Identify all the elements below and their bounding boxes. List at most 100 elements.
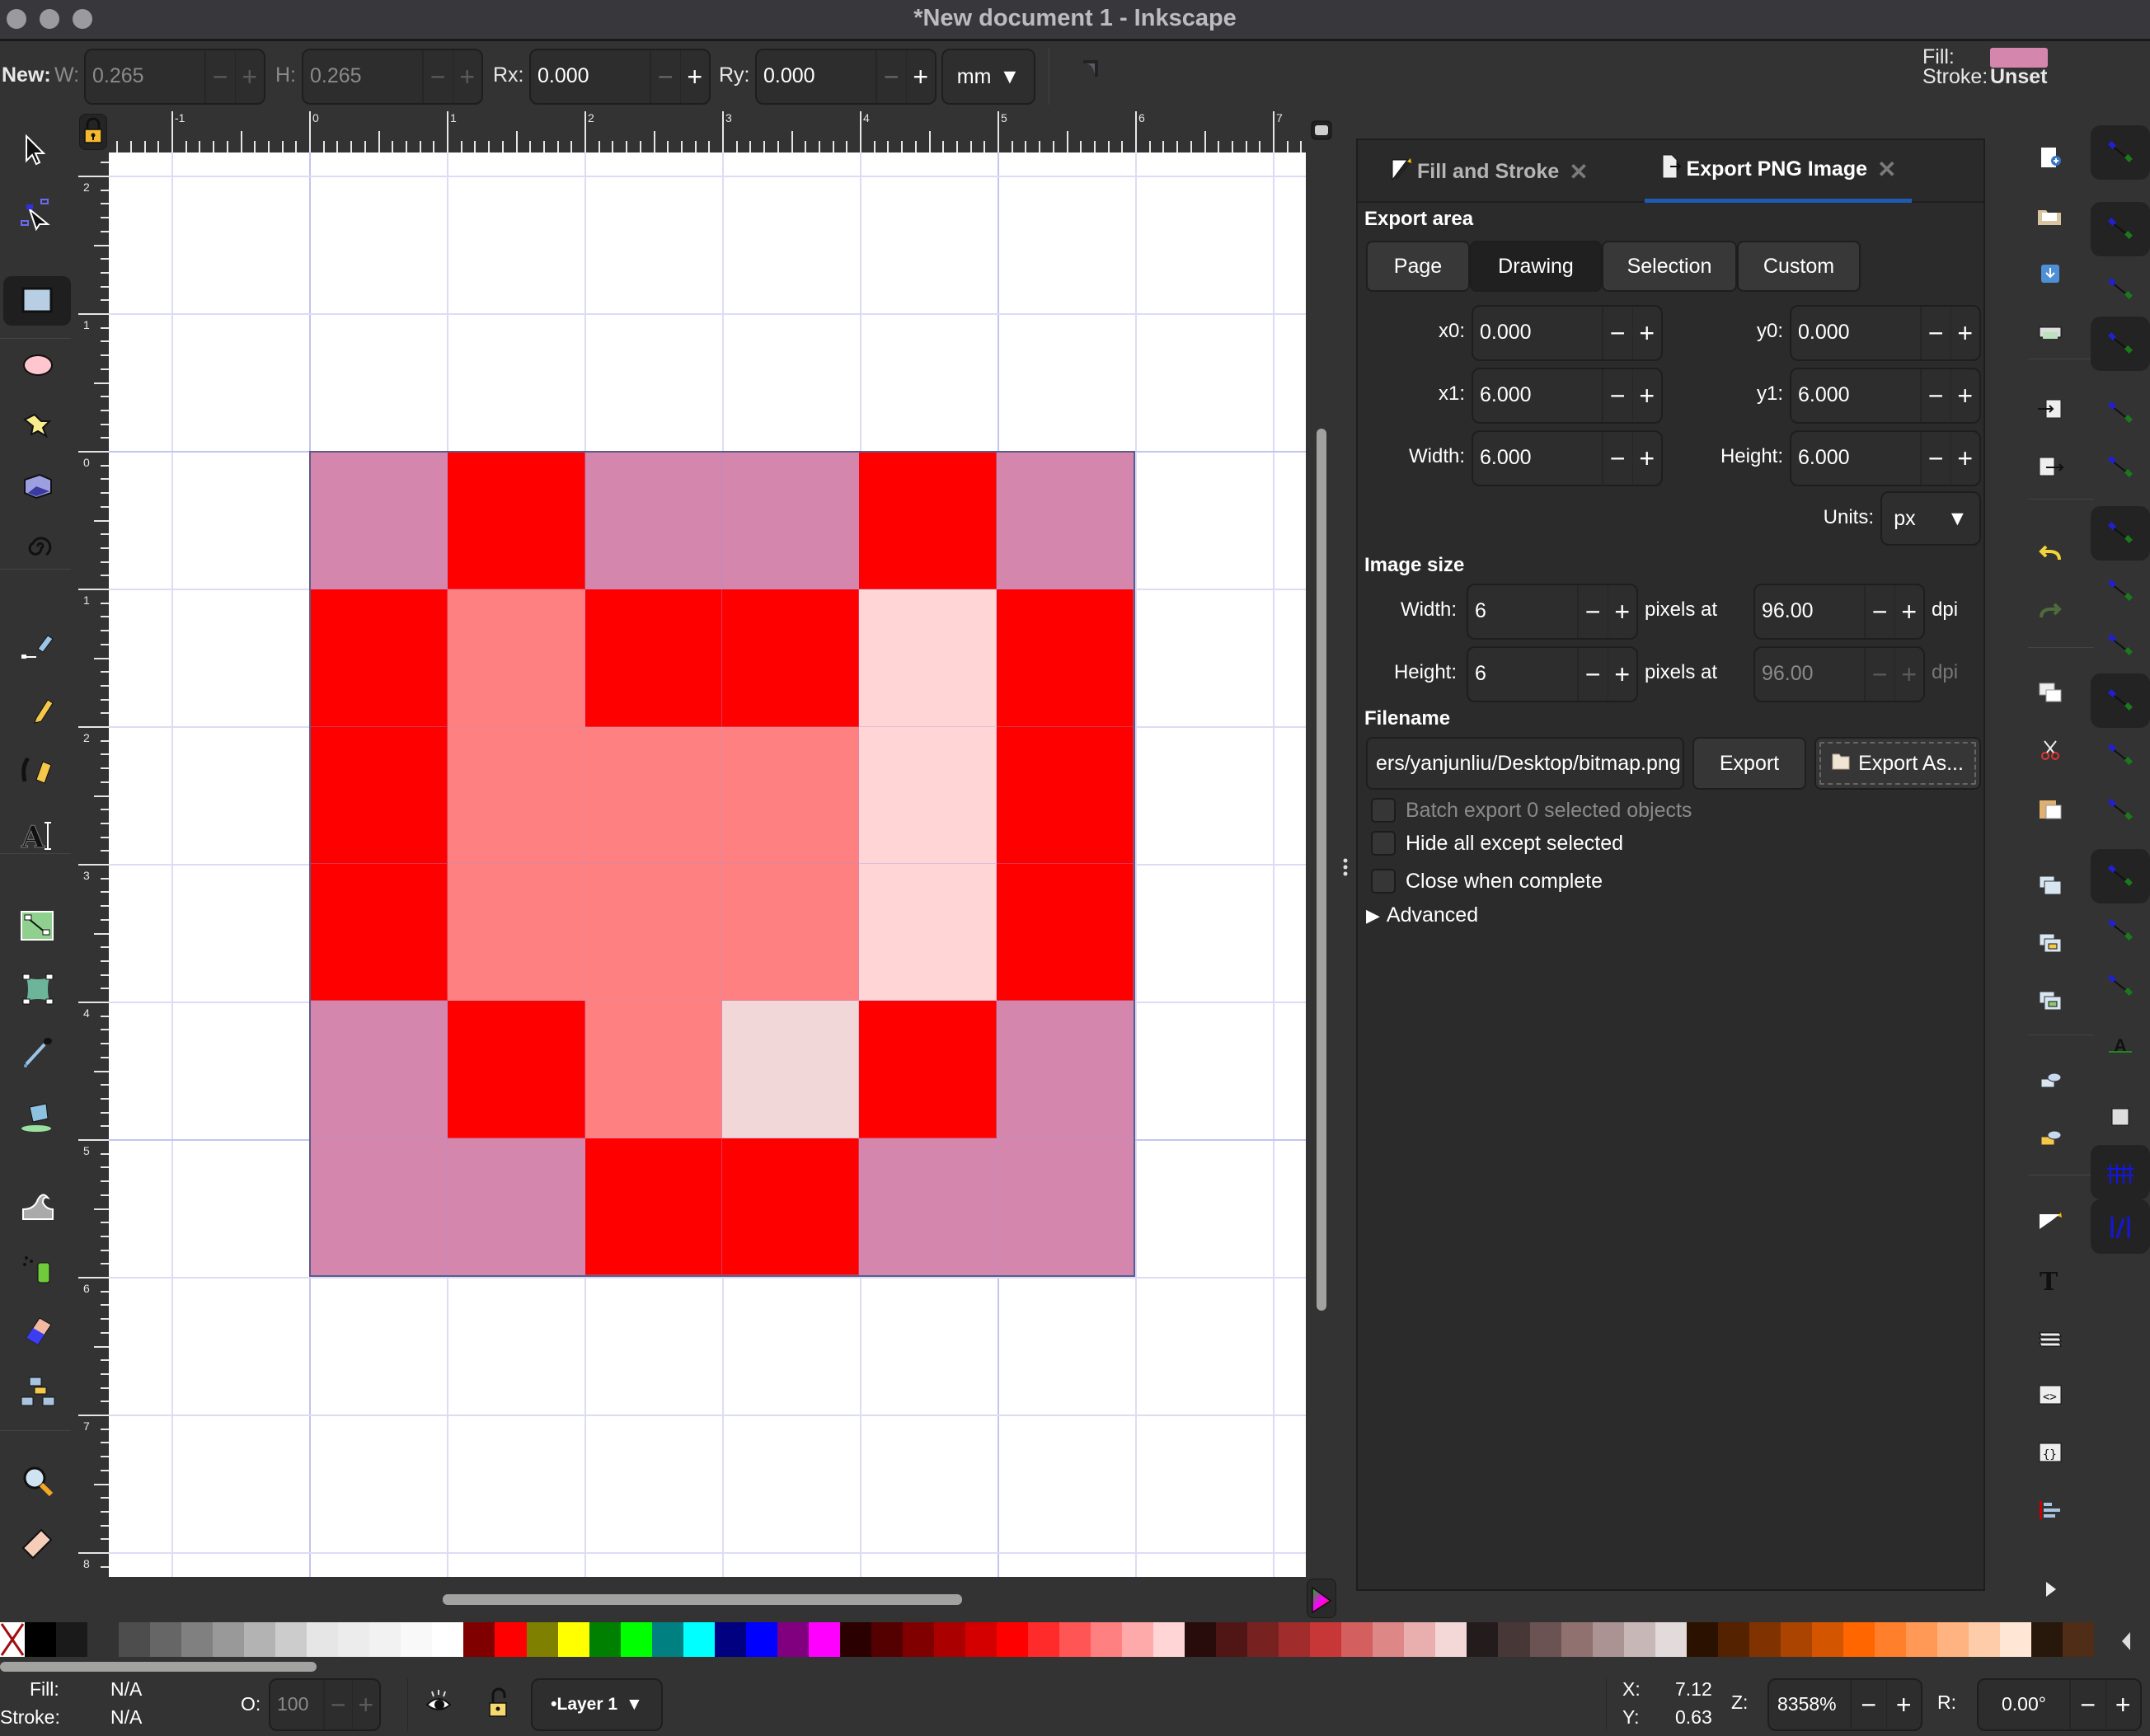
- increment-button[interactable]: +: [1950, 369, 1980, 422]
- palette-swatch[interactable]: [777, 1622, 809, 1657]
- pixel-cell[interactable]: [311, 453, 448, 590]
- decrement-button[interactable]: −: [1865, 585, 1894, 638]
- decrement-button[interactable]: −: [1603, 307, 1632, 359]
- dock-resize-handle[interactable]: [1342, 857, 1349, 877]
- undo-button[interactable]: [2036, 540, 2064, 568]
- rectangle-tool[interactable]: [3, 275, 71, 326]
- duplicate-button[interactable]: [2036, 871, 2064, 899]
- pixel-cell[interactable]: [311, 589, 448, 727]
- ry-spinbox[interactable]: 0.000 − +: [755, 49, 937, 105]
- snap-smooth-nodes-toggle[interactable]: [2091, 728, 2150, 782]
- tab-export-png[interactable]: Export PNG Image ✕: [1645, 140, 1912, 203]
- increment-button[interactable]: +: [234, 50, 265, 103]
- export-units-dropdown[interactable]: px ▼: [1880, 491, 1981, 546]
- star-tool[interactable]: [3, 402, 71, 452]
- palette-swatch[interactable]: [1655, 1622, 1687, 1657]
- spray-tool[interactable]: [3, 1244, 71, 1293]
- palette-swatch[interactable]: [401, 1622, 433, 1657]
- pixel-cell[interactable]: [721, 726, 860, 864]
- palette-swatch[interactable]: [1529, 1622, 1561, 1657]
- snap-object-midpoints-toggle[interactable]: [2091, 903, 2150, 958]
- palette-swatch[interactable]: [1843, 1622, 1875, 1657]
- copy-button[interactable]: [2036, 678, 2064, 706]
- palette-swatch[interactable]: [1623, 1622, 1655, 1657]
- decrement-button[interactable]: −: [205, 50, 235, 103]
- connector-tool[interactable]: [3, 1367, 71, 1416]
- palette-swatch[interactable]: [275, 1622, 307, 1657]
- palette-swatch[interactable]: [714, 1622, 746, 1657]
- palette-swatch[interactable]: [1749, 1622, 1781, 1657]
- increment-button[interactable]: +: [679, 50, 710, 103]
- filename-input[interactable]: ers/yanjunliu/Desktop/bitmap.png: [1366, 737, 1684, 790]
- decrement-button[interactable]: −: [876, 50, 906, 103]
- palette-swatch[interactable]: [1717, 1622, 1749, 1657]
- lock-guides-button[interactable]: [79, 114, 107, 150]
- palette-swatch[interactable]: [1561, 1622, 1593, 1657]
- checkbox[interactable]: [1371, 798, 1396, 823]
- export-area-drawing-button[interactable]: Drawing: [1470, 241, 1602, 292]
- hide-all-except-selected-checkbox[interactable]: Hide all except selected: [1371, 831, 1623, 856]
- pixel-cell[interactable]: [859, 863, 997, 1002]
- width-spinbox[interactable]: 0.265 − +: [84, 49, 265, 105]
- palette-menu-icon[interactable]: [2115, 1629, 2135, 1654]
- snap-cusp-nodes-toggle[interactable]: [2091, 673, 2150, 728]
- y0-spinbox[interactable]: 0.000 − +: [1790, 305, 1981, 361]
- image-width-spinbox[interactable]: 6 − +: [1467, 584, 1638, 640]
- height-spinbox[interactable]: 0.265 − +: [302, 49, 483, 105]
- vertical-scrollbar[interactable]: [1317, 429, 1326, 1311]
- palette-swatch[interactable]: [181, 1622, 214, 1657]
- open-button[interactable]: [2036, 202, 2064, 230]
- current-layer-dropdown[interactable]: •Layer 1 ▼: [531, 1678, 663, 1731]
- palette-swatch[interactable]: [1467, 1622, 1499, 1657]
- checkbox[interactable]: [1371, 831, 1396, 856]
- horizontal-scrollbar[interactable]: [443, 1594, 962, 1605]
- zoom-tool[interactable]: [3, 1457, 71, 1507]
- decrement-button[interactable]: −: [324, 1680, 352, 1729]
- x0-spinbox[interactable]: 0.000 − +: [1472, 305, 1663, 361]
- pixel-cell[interactable]: [721, 1001, 860, 1138]
- redo-button[interactable]: [2036, 598, 2064, 626]
- palette-swatch[interactable]: [1404, 1622, 1436, 1657]
- pixel-cell[interactable]: [448, 1138, 585, 1275]
- paint-bucket-tool[interactable]: [3, 1090, 71, 1139]
- pixel-cell[interactable]: [584, 863, 722, 1002]
- clone-button[interactable]: [2036, 929, 2064, 957]
- x1-spinbox[interactable]: 6.000 − +: [1472, 368, 1663, 424]
- snap-page-border-toggle[interactable]: [2091, 1090, 2150, 1144]
- decrement-button[interactable]: −: [1921, 307, 1950, 359]
- snap-bbox-toggle[interactable]: [2091, 201, 2150, 256]
- pixel-cell[interactable]: [311, 1138, 448, 1275]
- palette-swatch[interactable]: [1279, 1622, 1311, 1657]
- pixel-cell[interactable]: [996, 1001, 1134, 1138]
- increment-button[interactable]: +: [1607, 648, 1637, 701]
- palette-swatch[interactable]: [369, 1622, 401, 1657]
- no-paint-swatch[interactable]: [0, 1622, 25, 1657]
- snap-guides-toggle[interactable]: [2091, 1199, 2150, 1255]
- layers-button[interactable]: [2036, 1323, 2064, 1351]
- rotate-ccw-button[interactable]: −: [2070, 1680, 2105, 1729]
- palette-swatch[interactable]: [150, 1622, 182, 1657]
- increment-button[interactable]: +: [905, 50, 936, 103]
- palette-swatch[interactable]: [902, 1622, 934, 1657]
- pixel-cell[interactable]: [996, 589, 1134, 727]
- pixel-cell[interactable]: [721, 863, 860, 1002]
- pixel-cell[interactable]: [448, 863, 585, 1002]
- pixel-cell[interactable]: [996, 726, 1134, 864]
- palette-swatch[interactable]: [1686, 1622, 1718, 1657]
- snap-bbox-corner-toggle[interactable]: [2091, 317, 2150, 372]
- increment-button[interactable]: +: [452, 50, 482, 103]
- new-document-button[interactable]: [2036, 144, 2064, 172]
- palette-swatch[interactable]: [1936, 1622, 1969, 1657]
- pixel-cell[interactable]: [721, 589, 860, 727]
- export-button[interactable]: Export: [1692, 737, 1806, 790]
- xml-editor-button[interactable]: <>: [2036, 1381, 2064, 1409]
- area-width-spinbox[interactable]: 6.000 − +: [1472, 430, 1663, 486]
- palette-swatch[interactable]: [1874, 1622, 1906, 1657]
- measure-tool[interactable]: [3, 1518, 71, 1567]
- export-as-button[interactable]: Export As...: [1814, 737, 1981, 790]
- palette-swatch[interactable]: [683, 1622, 715, 1657]
- pixel-cell[interactable]: [721, 453, 860, 590]
- export-button[interactable]: [2036, 453, 2064, 481]
- palette-swatch[interactable]: [1780, 1622, 1812, 1657]
- snap-bbox-edge-midpoint-toggle[interactable]: [2091, 386, 2150, 440]
